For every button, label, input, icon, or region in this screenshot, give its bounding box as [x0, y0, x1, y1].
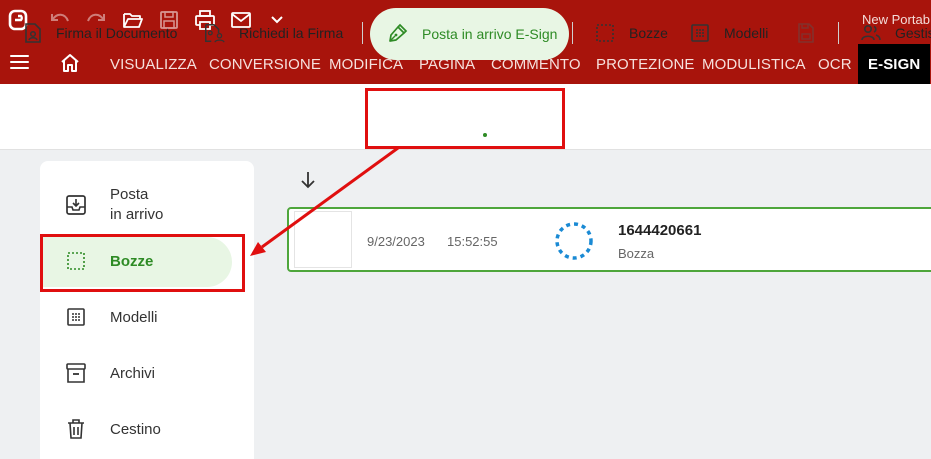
document-date: 9/23/2023 [367, 234, 425, 249]
drafts-icon [594, 22, 616, 44]
templates-icon [64, 305, 88, 329]
templates-icon [689, 22, 711, 44]
trash-icon [64, 417, 88, 441]
document-thumbnail [294, 211, 352, 268]
save-template-button[interactable] [795, 0, 817, 66]
draft-status-spinner-icon [554, 221, 594, 261]
sidebar-item-label: Cestino [110, 421, 161, 438]
inbox-icon [64, 193, 88, 217]
sidebar-item-archives[interactable]: Archivi [40, 345, 254, 401]
toolbar-divider [838, 22, 839, 44]
document-save-icon [795, 22, 817, 44]
esign-sidebar: Posta in arrivo Bozze Modelli Archivi Ce… [40, 161, 254, 459]
sidebar-item-templates[interactable]: Modelli [40, 289, 254, 345]
manage-button[interactable]: Gestis [860, 0, 931, 66]
request-signature-label: Richiedi la Firma [239, 25, 344, 41]
document-row[interactable]: 9/23/2023 15:52:55 1644420661 Bozza [287, 207, 931, 272]
users-icon [860, 22, 882, 44]
sidebar-item-label: Archivi [110, 365, 156, 382]
sidebar-item-inbox[interactable]: Posta in arrivo [40, 179, 254, 235]
manage-label: Gestis [895, 25, 931, 41]
sign-document-label: Firma il Documento [56, 25, 178, 41]
pen-nib-icon [386, 23, 408, 45]
sidebar-item-trash[interactable]: Cestino [40, 401, 254, 457]
sidebar-item-label: Modelli [110, 309, 158, 326]
archive-icon [64, 361, 88, 385]
document-id: 1644420661 [618, 222, 702, 239]
toolbar-divider [572, 22, 573, 44]
esign-inbox-label: Posta in arrivo E-Sign [422, 26, 558, 42]
templates-label: Modelli [724, 25, 769, 41]
sidebar-item-label: Posta in arrivo [110, 186, 164, 223]
callout-highlight-sidebar [40, 234, 245, 292]
tab-ocr[interactable]: OCR [818, 56, 852, 73]
toolbar-divider [362, 22, 363, 44]
callout-highlight-toolbar [365, 88, 565, 149]
request-signature-button[interactable]: Richiedi la Firma [203, 0, 343, 66]
document-time: 15:52:55 [447, 234, 498, 249]
templates-button[interactable]: Modelli [689, 0, 768, 66]
sort-arrow-icon[interactable] [298, 170, 318, 195]
drafts-button[interactable]: Bozze [594, 0, 668, 66]
esign-inbox-button[interactable]: Posta in arrivo E-Sign [370, 8, 570, 60]
drafts-label: Bozze [629, 25, 668, 41]
document-status: Bozza [618, 246, 655, 261]
sign-document-button[interactable]: Firma il Documento [22, 0, 177, 66]
request-signature-icon [203, 22, 225, 44]
sign-document-icon [22, 22, 44, 44]
